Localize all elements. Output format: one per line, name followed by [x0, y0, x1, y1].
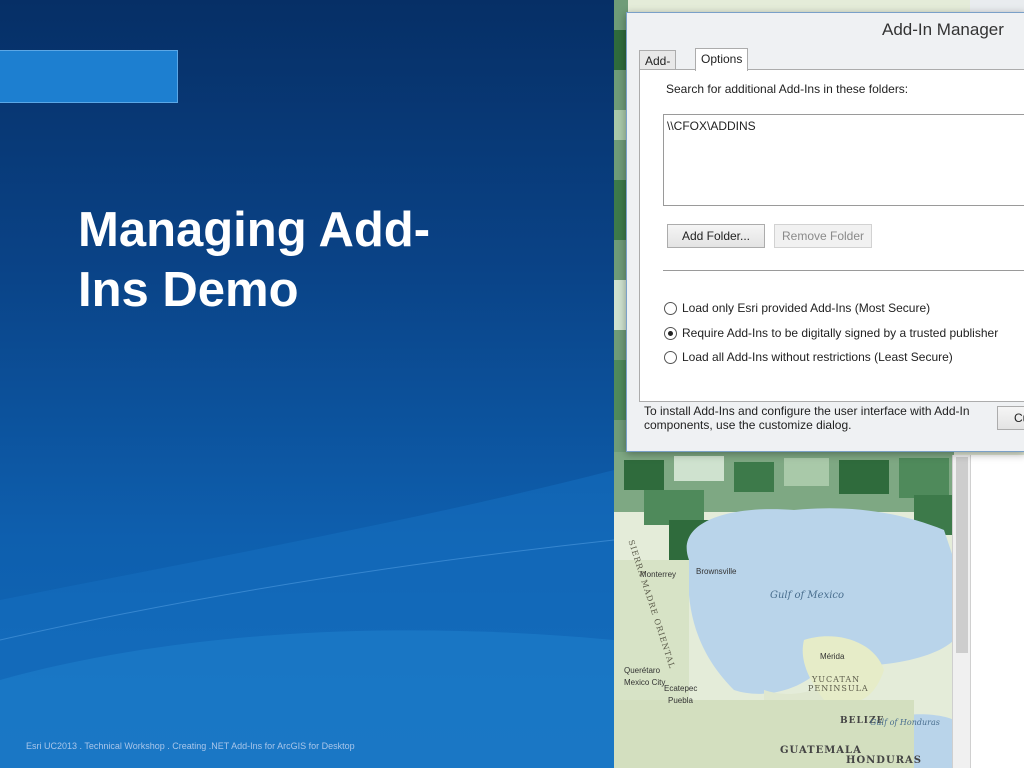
presentation-slide: Managing Add- Ins Demo Esri UC2013 . Tec… — [0, 0, 614, 768]
options-tab-panel: Search for additional Add-Ins in these f… — [639, 69, 1024, 402]
map-label-puebla: Puebla — [668, 696, 693, 705]
radio-label: Load only Esri provided Add-Ins (Most Se… — [682, 301, 931, 315]
add-folder-button[interactable]: Add Folder... — [667, 224, 765, 248]
map-label-peninsula: PENINSULA — [808, 684, 869, 693]
remove-folder-button[interactable]: Remove Folder — [774, 224, 872, 248]
map-label-mexico-city: Mexico City — [624, 678, 666, 687]
add-in-manager-dialog: Add-In Manager Add-Ins Options Search fo… — [626, 12, 1024, 452]
radio-label: Load all Add-Ins without restrictions (L… — [682, 350, 953, 364]
slide-footer: Esri UC2013 . Technical Workshop . Creat… — [26, 741, 355, 751]
map-label-merida: Mérida — [820, 652, 845, 661]
map-label-gulf-of-mexico: Gulf of Mexico — [770, 590, 845, 601]
slide-title: Managing Add- Ins Demo — [78, 203, 431, 317]
dialog-title: Add-In Manager — [882, 20, 1004, 39]
slide-accent-bar — [0, 50, 178, 103]
map-label-queretaro: Querétaro — [624, 666, 661, 675]
customize-hint-text: To install Add-Ins and configure the use… — [644, 404, 970, 432]
map-label-brownsville: Brownsville — [696, 567, 737, 576]
search-folders-label: Search for additional Add-Ins in these f… — [666, 82, 909, 96]
customize-button[interactable]: Cu — [997, 406, 1024, 430]
tab-options[interactable]: Options — [695, 48, 749, 71]
catalog-pane — [970, 455, 1024, 768]
tab-add-ins[interactable]: Add-Ins — [639, 50, 677, 82]
scrollbar-thumb[interactable] — [956, 457, 968, 653]
radio-label: Require Add-Ins to be digitally signed b… — [682, 326, 999, 340]
map-label-gulf-of-honduras: Gulf of Honduras — [870, 718, 940, 727]
radio-button-selected[interactable] — [664, 327, 677, 340]
addin-folder-list[interactable]: \\CFOX\ADDINS — [663, 114, 1024, 206]
map-label-honduras: HONDURAS — [846, 755, 922, 766]
radio-button[interactable] — [664, 351, 677, 364]
arcmap-screenshot: Monterrey Brownsville Gulf of Mexico Mér… — [614, 0, 1024, 768]
folder-list-item[interactable]: \\CFOX\ADDINS — [667, 119, 756, 133]
map-vertical-scrollbar[interactable] — [952, 455, 970, 768]
slide-wave-decoration — [0, 470, 614, 768]
map-label-yucatan: YUCATAN — [812, 675, 861, 684]
radio-button[interactable] — [664, 302, 677, 315]
map-label-ecatepec: Ecatepec — [664, 684, 698, 693]
options-separator — [663, 270, 1024, 271]
